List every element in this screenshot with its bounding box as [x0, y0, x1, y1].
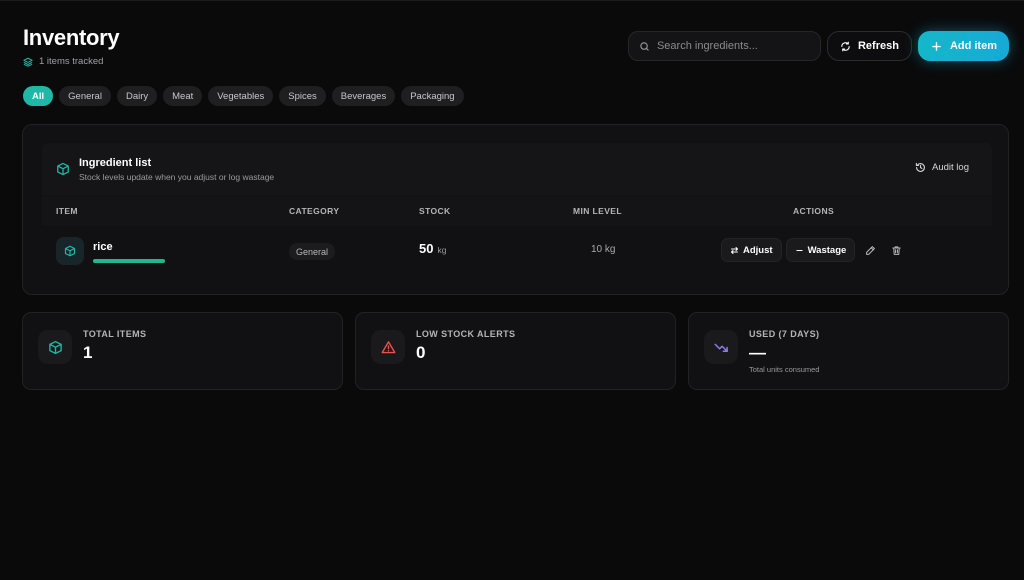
- item-name: rice: [93, 241, 113, 253]
- stat-label: TOTAL ITEMS: [83, 329, 147, 339]
- filter-vegetables[interactable]: Vegetables: [208, 86, 274, 106]
- refresh-label: Refresh: [857, 40, 899, 52]
- refresh-button[interactable]: Refresh: [826, 31, 912, 61]
- minus-icon: [795, 249, 803, 251]
- panel-header: Ingredient list Stock levels update when…: [42, 143, 992, 195]
- alert-triangle-icon: [381, 340, 395, 353]
- col-item: ITEM: [56, 206, 78, 216]
- filter-all[interactable]: All: [23, 86, 54, 106]
- stock-unit: kg: [437, 245, 447, 255]
- col-actions: ACTIONS: [793, 206, 835, 216]
- cube-icon: [57, 162, 69, 176]
- filter-dairy[interactable]: Dairy: [116, 86, 158, 106]
- stat-total-items: TOTAL ITEMS 1: [22, 312, 343, 390]
- plus-icon: [932, 41, 941, 51]
- pencil-icon: [865, 245, 875, 255]
- top-actions: Refresh Add item: [627, 31, 1009, 61]
- swap-icon: [731, 246, 738, 254]
- search-icon: [640, 41, 649, 51]
- search-input[interactable]: [656, 40, 807, 52]
- stat-used-7-days: USED (7 DAYS) — Total units consumed: [688, 312, 1009, 390]
- items-tracked: 1 items tracked: [23, 56, 119, 67]
- wastage-label: Wastage: [807, 244, 847, 256]
- stock-cell: 50 kg: [419, 241, 446, 256]
- category-filters: All General Dairy Meat Vegetables Spices…: [23, 86, 464, 106]
- add-item-button[interactable]: Add item: [917, 31, 1009, 61]
- audit-log-label: Audit log: [932, 162, 969, 173]
- trending-down-icon: [714, 343, 728, 352]
- category-badge: General: [289, 243, 336, 260]
- stock-value: 50: [419, 241, 434, 256]
- stat-low-stock: LOW STOCK ALERTS 0: [355, 312, 676, 390]
- stat-label: LOW STOCK ALERTS: [416, 329, 516, 339]
- stat-icon-box: [704, 330, 738, 364]
- cube-icon: [48, 340, 62, 354]
- panel-title: Ingredient list: [79, 157, 152, 169]
- page-header: Inventory 1 items tracked: [23, 25, 120, 67]
- search-box[interactable]: [627, 31, 821, 61]
- col-min-level: MIN LEVEL: [573, 206, 622, 216]
- delete-button[interactable]: [885, 238, 907, 262]
- panel-subtitle: Stock levels update when you adjust or l…: [79, 172, 275, 182]
- table-row: rice General 50 kg 10 kg Adjust Wastage: [42, 226, 992, 276]
- cube-icon: [64, 245, 76, 257]
- layers-icon: [23, 57, 33, 67]
- stat-note: Total units consumed: [749, 365, 820, 374]
- edit-button[interactable]: [859, 238, 881, 262]
- trash-icon: [892, 245, 901, 255]
- add-item-label: Add item: [949, 40, 997, 52]
- filter-general[interactable]: General: [59, 86, 111, 106]
- refresh-icon: [841, 41, 850, 51]
- stat-label: USED (7 DAYS): [749, 329, 820, 339]
- stat-value: 1: [83, 343, 93, 362]
- row-actions: Adjust Wastage: [721, 238, 907, 262]
- filter-beverages[interactable]: Beverages: [331, 86, 396, 106]
- table-header: ITEM CATEGORY STOCK MIN LEVEL ACTIONS: [42, 196, 992, 226]
- stat-icon-box: [371, 330, 405, 364]
- filter-spices[interactable]: Spices: [279, 86, 326, 106]
- stock-level-bar: [93, 259, 165, 263]
- page-title: Inventory: [23, 25, 120, 50]
- ingredient-panel: Ingredient list Stock levels update when…: [22, 124, 1009, 295]
- item-avatar: [56, 237, 84, 265]
- adjust-button[interactable]: Adjust: [721, 238, 782, 262]
- min-level-value: 10 kg: [591, 244, 616, 255]
- filter-meat[interactable]: Meat: [163, 86, 203, 106]
- filter-packaging[interactable]: Packaging: [401, 86, 464, 106]
- audit-log-button[interactable]: Audit log: [915, 162, 969, 173]
- wastage-button[interactable]: Wastage: [785, 238, 856, 262]
- col-category: CATEGORY: [289, 206, 340, 216]
- stat-value: —: [749, 343, 766, 362]
- col-stock: STOCK: [419, 206, 451, 216]
- stat-icon-box: [38, 330, 72, 364]
- stat-value: 0: [416, 343, 426, 362]
- history-icon: [915, 162, 925, 172]
- items-tracked-text: 1 items tracked: [39, 56, 104, 67]
- adjust-label: Adjust: [743, 244, 773, 256]
